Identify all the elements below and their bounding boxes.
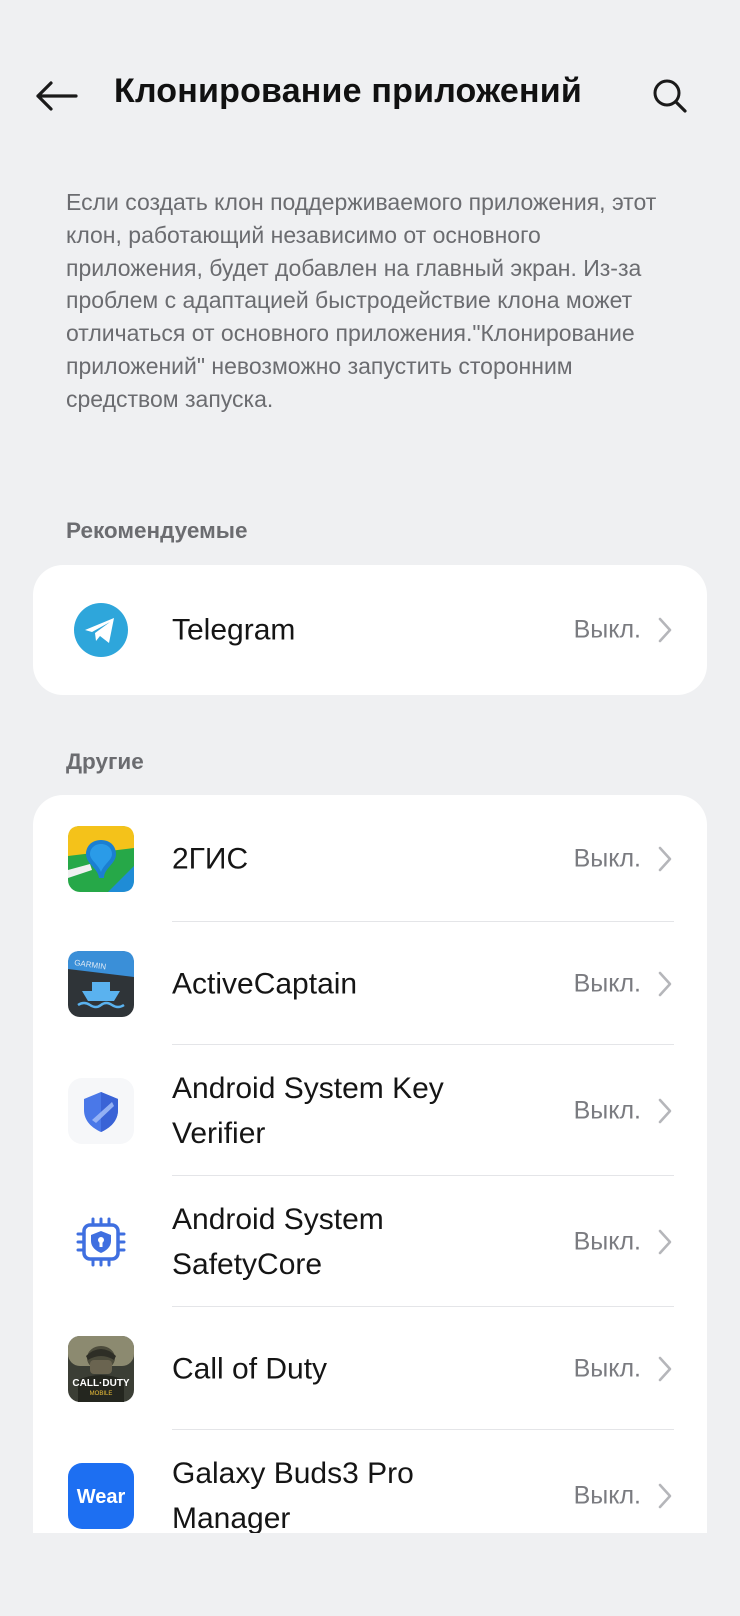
- section-label-others: Другие: [66, 749, 144, 774]
- others-card: 2ГИС Выкл. GARMIN ActiveCaptain Выкл. An…: [33, 795, 707, 1533]
- activecaptain-icon: GARMIN: [68, 950, 134, 1017]
- status-label: Выкл.: [573, 1096, 641, 1124]
- search-button[interactable]: [644, 70, 696, 122]
- page-title: Клонирование приложений: [114, 72, 582, 110]
- svg-text:MOBILE: MOBILE: [90, 1391, 113, 1397]
- chevron-right-icon: [658, 1356, 672, 1381]
- list-item-call-of-duty[interactable]: CALL·DUTY MOBILE Call of Duty Выкл.: [33, 1307, 707, 1430]
- app-name: ActiveCaptain: [172, 967, 358, 1000]
- svg-text:CALL·DUTY: CALL·DUTY: [72, 1378, 130, 1389]
- app-name: Android System SafetyCore: [172, 1202, 384, 1281]
- safetycore-chip-icon: [68, 1209, 134, 1275]
- app-cloning-screen: Клонирование приложений Если создать кло…: [0, 0, 740, 1616]
- search-icon: [653, 79, 687, 113]
- app-name: 2ГИС: [172, 842, 249, 875]
- key-verifier-shield-icon: [68, 1077, 134, 1144]
- status-label: Выкл.: [573, 615, 641, 644]
- status-label: Выкл.: [573, 1227, 641, 1255]
- status-label: Выкл.: [573, 969, 641, 997]
- app-name: Galaxy Buds3 Pro Manager: [172, 1456, 414, 1534]
- arrow-left-icon: [36, 81, 78, 111]
- section-label-recommended: Рекомендуемые: [66, 518, 248, 543]
- svg-text:Wear: Wear: [77, 1486, 126, 1508]
- chevron-right-icon: [658, 617, 672, 643]
- chevron-right-icon: [658, 1098, 672, 1123]
- back-button[interactable]: [30, 70, 82, 122]
- list-item-telegram[interactable]: Telegram Выкл.: [33, 565, 707, 695]
- list-item-activecaptain[interactable]: GARMIN ActiveCaptain Выкл.: [33, 922, 707, 1045]
- status-label: Выкл.: [573, 1481, 641, 1509]
- list-item-galaxy-buds3-pro-manager[interactable]: Wear Galaxy Buds3 Pro Manager Выкл.: [33, 1430, 707, 1533]
- status-label: Выкл.: [573, 844, 641, 872]
- list-item-key-verifier[interactable]: Android System Key Verifier Выкл.: [33, 1045, 707, 1176]
- galaxy-wear-icon: Wear: [68, 1462, 134, 1529]
- chevron-right-icon: [658, 1483, 672, 1508]
- chevron-right-icon: [658, 971, 672, 996]
- app-name: Telegram: [172, 613, 296, 647]
- telegram-icon: [68, 597, 134, 663]
- chevron-right-icon: [658, 846, 672, 871]
- list-item-safetycore[interactable]: Android System SafetyCore Выкл.: [33, 1176, 707, 1307]
- call-of-duty-icon: CALL·DUTY MOBILE: [68, 1335, 134, 1402]
- header: Клонирование приложений: [0, 52, 740, 136]
- status-label: Выкл.: [573, 1354, 641, 1382]
- description-text: Если создать клон поддерживаемого прилож…: [66, 189, 657, 412]
- chevron-right-icon: [658, 1229, 672, 1254]
- app-name: Call of Duty: [172, 1352, 328, 1385]
- app-name: Android System Key Verifier: [172, 1071, 444, 1150]
- 2gis-icon: [68, 825, 134, 892]
- recommended-card: Telegram Выкл.: [33, 565, 707, 695]
- list-item-2gis[interactable]: 2ГИС Выкл.: [33, 795, 707, 922]
